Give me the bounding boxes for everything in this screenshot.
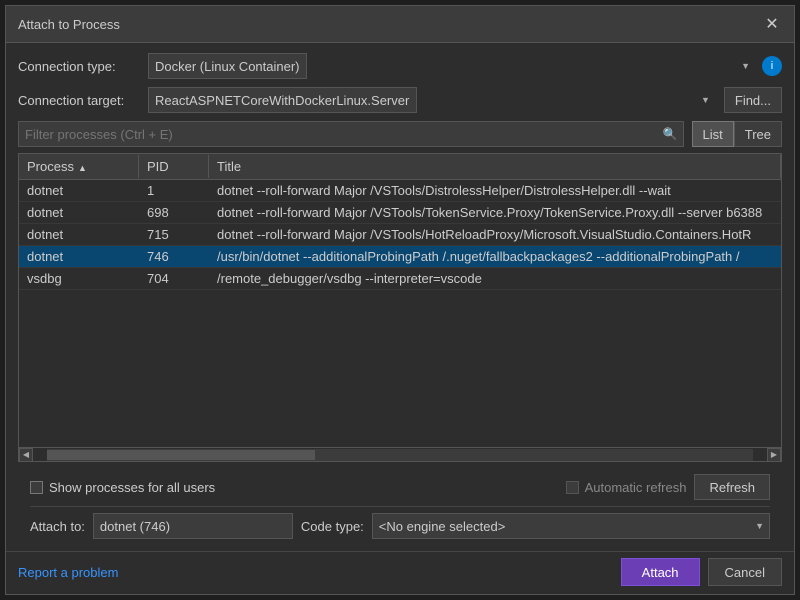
footer: Report a problem Attach Cancel — [6, 551, 794, 594]
cancel-button[interactable]: Cancel — [708, 558, 782, 586]
process-column-header[interactable]: Process — [19, 155, 139, 178]
title-cell: dotnet --roll-forward Major /VSTools/Dis… — [209, 181, 779, 200]
title-cell: dotnet --roll-forward Major /VSTools/Tok… — [209, 203, 779, 222]
pid-cell: 1 — [139, 181, 209, 200]
attach-button[interactable]: Attach — [621, 558, 700, 586]
table-row[interactable]: dotnet 1 dotnet --roll-forward Major /VS… — [19, 180, 781, 202]
table-row[interactable]: dotnet 698 dotnet --roll-forward Major /… — [19, 202, 781, 224]
filter-input-wrapper: 🔍 — [18, 121, 684, 147]
title-cell: /remote_debugger/vsdbg --interpreter=vsc… — [209, 269, 779, 288]
find-button[interactable]: Find... — [724, 87, 782, 113]
code-type-select-wrapper: <No engine selected> — [372, 513, 770, 539]
auto-refresh-label[interactable]: Automatic refresh — [566, 480, 687, 495]
table-body: dotnet 1 dotnet --roll-forward Major /VS… — [19, 180, 781, 447]
pid-cell: 704 — [139, 269, 209, 288]
table-row[interactable]: vsdbg 704 /remote_debugger/vsdbg --inter… — [19, 268, 781, 290]
connection-type-row: Connection type: Docker (Linux Container… — [18, 53, 782, 79]
scroll-left-arrow[interactable]: ◀ — [19, 448, 33, 462]
checkbox-row: Show processes for all users Automatic r… — [30, 474, 770, 500]
connection-target-select[interactable]: ReactASPNETCoreWithDockerLinux.Server — [148, 87, 417, 113]
pid-cell: 698 — [139, 203, 209, 222]
filter-row: 🔍 List Tree — [18, 121, 782, 147]
connection-target-label: Connection target: — [18, 93, 148, 108]
process-cell: dotnet — [19, 181, 139, 200]
filter-input[interactable] — [18, 121, 684, 147]
dialog-content: Connection type: Docker (Linux Container… — [6, 43, 794, 551]
show-all-users-checkbox[interactable] — [30, 481, 43, 494]
right-controls: Automatic refresh Refresh — [566, 474, 770, 500]
process-cell: vsdbg — [19, 269, 139, 288]
pid-cell: 746 — [139, 247, 209, 266]
view-buttons: List Tree — [692, 121, 782, 147]
connection-target-select-wrapper: ReactASPNETCoreWithDockerLinux.Server — [148, 87, 716, 113]
table-row[interactable]: dotnet 746 /usr/bin/dotnet --additionalP… — [19, 246, 781, 268]
report-problem-link[interactable]: Report a problem — [18, 565, 118, 580]
pid-cell: 715 — [139, 225, 209, 244]
search-icon: 🔍 — [663, 127, 678, 141]
attach-to-process-dialog: Attach to Process ✕ Connection type: Doc… — [5, 5, 795, 595]
show-all-users-label[interactable]: Show processes for all users — [30, 480, 215, 495]
tree-view-button[interactable]: Tree — [734, 121, 782, 147]
title-bar: Attach to Process ✕ — [6, 6, 794, 43]
info-icon[interactable]: i — [762, 56, 782, 76]
scrollbar-thumb[interactable] — [47, 450, 315, 460]
code-type-select[interactable]: <No engine selected> — [372, 513, 770, 539]
dialog-title: Attach to Process — [18, 17, 120, 32]
process-table: Process PID Title dotnet 1 dotnet --roll… — [18, 153, 782, 462]
title-cell: /usr/bin/dotnet --additionalProbingPath … — [209, 247, 779, 266]
table-header: Process PID Title — [19, 154, 781, 180]
sort-asc-icon — [78, 159, 87, 174]
bottom-bar: Show processes for all users Automatic r… — [18, 468, 782, 545]
code-type-label: Code type: — [301, 519, 364, 534]
list-view-button[interactable]: List — [692, 121, 734, 147]
process-cell: dotnet — [19, 203, 139, 222]
refresh-button[interactable]: Refresh — [694, 474, 770, 500]
attach-to-input[interactable] — [93, 513, 293, 539]
title-cell: dotnet --roll-forward Major /VSTools/Hot… — [209, 225, 779, 244]
action-buttons: Attach Cancel — [621, 558, 782, 586]
connection-type-label: Connection type: — [18, 59, 148, 74]
connection-type-select[interactable]: Docker (Linux Container) — [148, 53, 307, 79]
table-row[interactable]: dotnet 715 dotnet --roll-forward Major /… — [19, 224, 781, 246]
scrollbar-track[interactable] — [47, 449, 753, 461]
process-cell: dotnet — [19, 225, 139, 244]
attach-to-label: Attach to: — [30, 519, 85, 534]
title-column-header[interactable]: Title — [209, 155, 781, 178]
connection-target-row: Connection target: ReactASPNETCoreWithDo… — [18, 87, 782, 113]
connection-type-select-wrapper: Docker (Linux Container) — [148, 53, 756, 79]
auto-refresh-checkbox[interactable] — [566, 481, 579, 494]
process-cell: dotnet — [19, 247, 139, 266]
close-button[interactable]: ✕ — [762, 14, 782, 34]
attach-to-row: Attach to: Code type: <No engine selecte… — [30, 506, 770, 539]
scroll-right-arrow[interactable]: ▶ — [767, 448, 781, 462]
horizontal-scrollbar[interactable]: ◀ ▶ — [19, 447, 781, 461]
pid-column-header[interactable]: PID — [139, 155, 209, 178]
